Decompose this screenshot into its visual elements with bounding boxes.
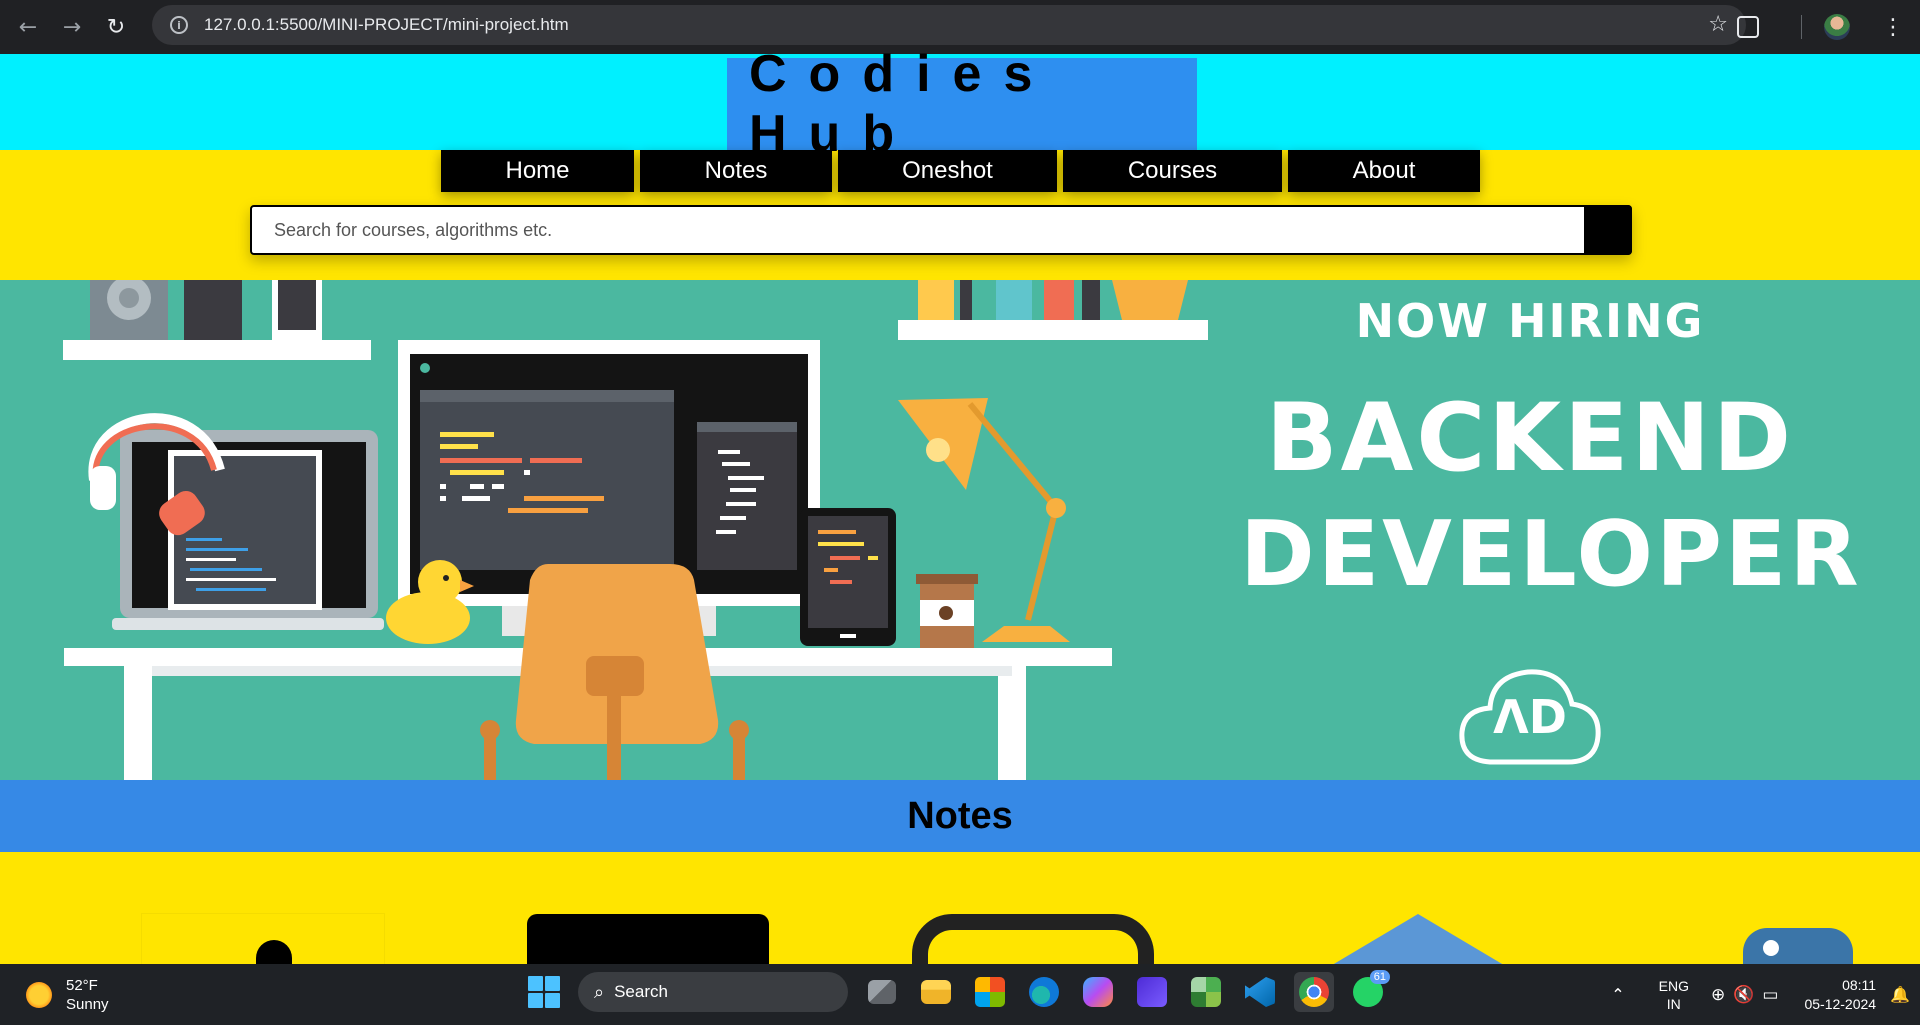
taskbar-search[interactable]: ⌕ Search	[578, 972, 848, 1012]
hero-banner: NOW HIRING BACKEND DEVELOPER ΛD	[0, 280, 1920, 780]
banner-role-line2: DEVELOPER	[1240, 502, 1862, 607]
file-explorer-icon[interactable]	[916, 972, 956, 1012]
address-bar[interactable]: i 127.0.0.1:5500/MINI-PROJECT/mini-proje…	[152, 5, 1746, 45]
note-card-5[interactable]	[1681, 914, 1920, 964]
weather-condition: Sunny	[66, 996, 109, 1013]
nav-home[interactable]: Home	[441, 150, 634, 192]
bookmark-star-icon[interactable]: ☆	[1708, 12, 1728, 37]
app-icon[interactable]	[1132, 972, 1172, 1012]
sun-icon	[26, 982, 52, 1008]
start-button[interactable]	[524, 972, 564, 1012]
note-card-3[interactable]	[912, 914, 1154, 964]
whatsapp-icon[interactable]: 61	[1348, 970, 1390, 1012]
whatsapp-badge: 61	[1369, 970, 1390, 984]
nav-about[interactable]: About	[1288, 150, 1480, 192]
toolbar-divider	[1801, 15, 1802, 39]
back-icon[interactable]: ←	[6, 5, 50, 49]
weather-temp: 52°F	[66, 977, 98, 994]
envelope-icon	[1333, 914, 1503, 964]
search-button[interactable]	[1584, 205, 1632, 255]
site-search	[250, 205, 1632, 255]
notification-bell-icon[interactable]: 🔔	[1890, 985, 1910, 1004]
reload-icon[interactable]: ↻	[94, 5, 138, 49]
taskbar-search-label: Search	[614, 982, 668, 1001]
card-thumbnail-icon	[912, 914, 1154, 964]
profile-avatar[interactable]	[1824, 14, 1850, 40]
search-icon: ⌕	[594, 981, 605, 1003]
banner-now-hiring: NOW HIRING	[1355, 294, 1705, 348]
search-input[interactable]	[252, 207, 1584, 253]
extensions-icon[interactable]	[1737, 16, 1759, 38]
clock-time: 08:11	[1842, 976, 1877, 993]
system-tray: ⌃ ENG IN ⊕🔇▭ 08:11 05-12-2024 🔔	[1611, 964, 1920, 1025]
python-logo-eye	[1763, 940, 1779, 956]
clock-date: 05-12-2024	[1804, 995, 1877, 1012]
task-view-icon[interactable]	[862, 972, 902, 1012]
vscode-icon[interactable]	[1240, 972, 1280, 1012]
site-info-icon[interactable]: i	[170, 16, 188, 34]
windows-logo-icon	[528, 976, 560, 1008]
banner-role-line1: BACKEND	[1265, 384, 1795, 493]
kebab-menu-icon[interactable]: ⋮	[1882, 15, 1904, 40]
clock[interactable]: 08:11 05-12-2024	[1804, 976, 1876, 1014]
windows-taskbar: 52°F Sunny ⌕ Search 61 ⌃ ENG IN ⊕🔇▭ 08:1…	[0, 964, 1920, 1025]
nav-courses[interactable]: Courses	[1063, 150, 1282, 192]
notes-cards	[0, 852, 1920, 964]
language-code: ENG	[1658, 977, 1689, 994]
site-logo[interactable]: Codies Hub	[727, 45, 1197, 163]
network-volume-battery-icons[interactable]: ⊕🔇▭	[1711, 985, 1786, 1005]
nav-notes[interactable]: Notes	[640, 150, 832, 192]
url-text[interactable]: 127.0.0.1:5500/MINI-PROJECT/mini-project…	[204, 15, 569, 35]
main-nav: Home Notes Oneshot Courses About	[441, 150, 1480, 192]
chevron-up-icon[interactable]: ⌃	[1611, 985, 1624, 1004]
note-card-2[interactable]	[527, 914, 769, 964]
forward-icon[interactable]: →	[50, 5, 94, 49]
app-grid-icon[interactable]	[1186, 972, 1226, 1012]
note-card-1[interactable]	[142, 914, 384, 964]
banner-logo-text: ΛD	[1493, 690, 1567, 744]
region-code: IN	[1666, 995, 1681, 1012]
nav-oneshot[interactable]: Oneshot	[838, 150, 1057, 192]
chrome-icon[interactable]	[1294, 972, 1334, 1012]
card-thumbnail-icon	[256, 940, 292, 964]
copilot-icon[interactable]	[1078, 972, 1118, 1012]
section-title-notes: Notes	[0, 780, 1920, 852]
language-indicator[interactable]: ENG IN	[1659, 977, 1689, 1013]
weather-widget[interactable]: 52°F Sunny	[26, 976, 109, 1014]
note-card-4[interactable]	[1297, 914, 1539, 964]
ms-store-icon[interactable]	[970, 972, 1010, 1012]
python-logo-icon	[1743, 928, 1853, 964]
edge-browser-icon[interactable]	[1024, 972, 1064, 1012]
